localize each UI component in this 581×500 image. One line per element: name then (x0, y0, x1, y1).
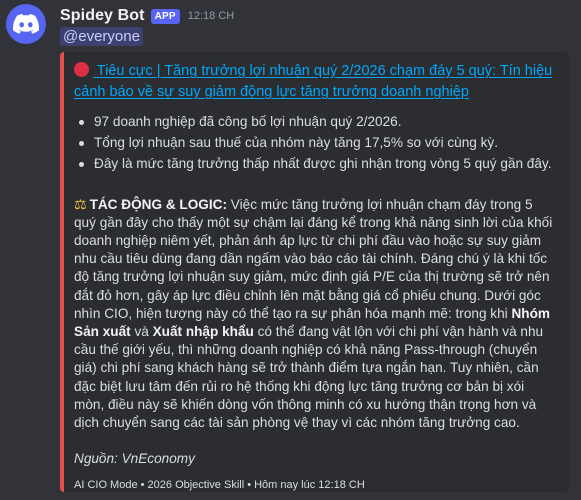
impact-label: TÁC ĐỘNG & LOGIC: (89, 196, 228, 212)
bot-avatar[interactable] (6, 4, 46, 44)
impact-text: và (130, 324, 153, 340)
chat-message: Spidey Bot APP 12:18 CH @everyone Tiêu c… (0, 0, 581, 500)
embed-footer: AI CIO Mode • 2026 Objective Skill • Hôm… (74, 479, 365, 492)
author-name[interactable]: Spidey Bot (60, 7, 145, 25)
discord-logo-icon (13, 14, 39, 34)
embed-accent-bar (60, 52, 64, 492)
app-badge: APP (150, 8, 180, 24)
impact-text: có thể đang vật lộn với chi phí vận hành… (74, 324, 544, 431)
list-item: 97 doanh nghiệp đã công bố lợi nhuận quý… (79, 113, 556, 131)
impact-paragraph: ⚖ TÁC ĐỘNG & LOGIC: Việc mức tăng trưởng … (74, 196, 556, 433)
message-header: Spidey Bot APP 12:18 CH (60, 5, 234, 27)
news-embed: Tiêu cực | Tăng trưởng lợi nhuận quý 2/2… (60, 52, 569, 492)
news-source: Nguồn: VnEconomy (74, 451, 195, 467)
list-item: Đây là mức tăng trưởng thấp nhất được gh… (79, 155, 556, 173)
embed-title-text: Tiêu cực | Tăng trưởng lợi nhuận quý 2/2… (74, 63, 553, 100)
embed-content: Tiêu cực | Tăng trưởng lợi nhuận quý 2/2… (74, 61, 556, 492)
balance-scale-icon: ⚖ (74, 196, 87, 213)
everyone-mention[interactable]: @everyone (60, 27, 143, 46)
embed-title-link[interactable]: Tiêu cực | Tăng trưởng lợi nhuận quý 2/2… (74, 61, 556, 103)
red-circle-icon (74, 62, 89, 77)
list-item: Tổng lợi nhuận sau thuế của nhóm này tăn… (79, 134, 556, 152)
message-timestamp[interactable]: 12:18 CH (188, 10, 234, 22)
impact-highlight: Xuất nhập khẩu (152, 324, 254, 340)
key-facts-list: 97 doanh nghiệp đã công bố lợi nhuận quý… (74, 113, 556, 174)
impact-text: Việc mức tăng trưởng lợi nhuận chạm đáy … (74, 196, 553, 321)
